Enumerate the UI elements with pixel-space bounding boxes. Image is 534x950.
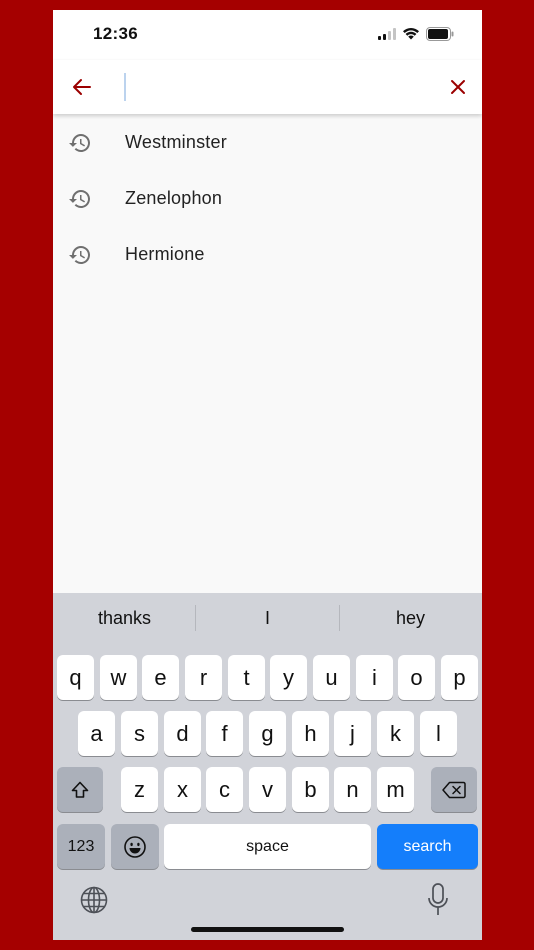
cellular-signal-icon xyxy=(378,28,398,40)
key-d[interactable]: d xyxy=(164,711,201,756)
key-j[interactable]: j xyxy=(334,711,371,756)
key-p[interactable]: p xyxy=(441,655,478,700)
history-icon xyxy=(69,246,90,264)
microphone-icon[interactable] xyxy=(427,883,449,917)
backspace-icon xyxy=(442,781,466,798)
key-b[interactable]: b xyxy=(292,767,329,812)
key-l[interactable]: l xyxy=(420,711,457,756)
keyboard: thanks I hey q w e r t y u i o p a s d f… xyxy=(53,593,482,940)
key-o[interactable]: o xyxy=(398,655,435,700)
key-n[interactable]: n xyxy=(334,767,371,812)
predictive-bar: thanks I hey xyxy=(53,593,482,643)
key-g[interactable]: g xyxy=(249,711,286,756)
key-w[interactable]: w xyxy=(100,655,137,700)
back-button[interactable] xyxy=(67,72,97,102)
shift-icon xyxy=(71,781,89,798)
globe-icon[interactable] xyxy=(79,885,109,915)
key-s[interactable]: s xyxy=(121,711,158,756)
history-item-label: Zenelophon xyxy=(125,187,223,208)
suggestion-3[interactable]: hey xyxy=(339,593,482,643)
emoji-icon xyxy=(124,835,146,858)
history-item-westminster[interactable]: Westminster xyxy=(53,114,482,170)
key-e[interactable]: e xyxy=(142,655,179,700)
key-m[interactable]: m xyxy=(377,767,414,812)
history-icon xyxy=(69,190,90,208)
clear-button[interactable] xyxy=(443,72,473,102)
wifi-icon xyxy=(403,27,419,40)
text-caret xyxy=(124,73,126,101)
history-icon xyxy=(69,134,90,152)
history-item-label: Hermione xyxy=(125,243,205,264)
phone-screen: 12:36 Westminster Zenelophon Hermione th… xyxy=(53,10,482,940)
delete-key[interactable] xyxy=(431,767,477,812)
key-q[interactable]: q xyxy=(57,655,94,700)
numbers-key[interactable]: 123 xyxy=(57,824,105,869)
key-x[interactable]: x xyxy=(164,767,201,812)
suggestion-2[interactable]: I xyxy=(196,593,339,643)
key-u[interactable]: u xyxy=(313,655,350,700)
shift-key[interactable] xyxy=(57,767,103,812)
key-t[interactable]: t xyxy=(228,655,265,700)
key-h[interactable]: h xyxy=(292,711,329,756)
key-k[interactable]: k xyxy=(377,711,414,756)
key-z[interactable]: z xyxy=(121,767,158,812)
status-bar: 12:36 xyxy=(53,10,482,60)
battery-icon xyxy=(426,27,454,41)
suggestion-1[interactable]: thanks xyxy=(53,593,196,643)
key-a[interactable]: a xyxy=(78,711,115,756)
arrow-left-icon xyxy=(73,79,91,95)
space-key[interactable]: space xyxy=(164,824,371,869)
search-input[interactable] xyxy=(121,70,421,104)
history-item-label: Westminster xyxy=(125,131,227,152)
status-time: 12:36 xyxy=(93,24,138,43)
emoji-key[interactable] xyxy=(111,824,159,869)
key-i[interactable]: i xyxy=(356,655,393,700)
key-f[interactable]: f xyxy=(206,711,243,756)
history-item-zenelophon[interactable]: Zenelophon xyxy=(53,170,482,226)
key-y[interactable]: y xyxy=(270,655,307,700)
search-bar xyxy=(53,60,482,114)
search-key[interactable]: search xyxy=(377,824,478,869)
close-icon xyxy=(451,80,465,94)
search-history-list: Westminster Zenelophon Hermione xyxy=(53,114,482,282)
home-indicator[interactable] xyxy=(191,927,344,932)
key-c[interactable]: c xyxy=(206,767,243,812)
key-r[interactable]: r xyxy=(185,655,222,700)
key-v[interactable]: v xyxy=(249,767,286,812)
history-item-hermione[interactable]: Hermione xyxy=(53,226,482,282)
